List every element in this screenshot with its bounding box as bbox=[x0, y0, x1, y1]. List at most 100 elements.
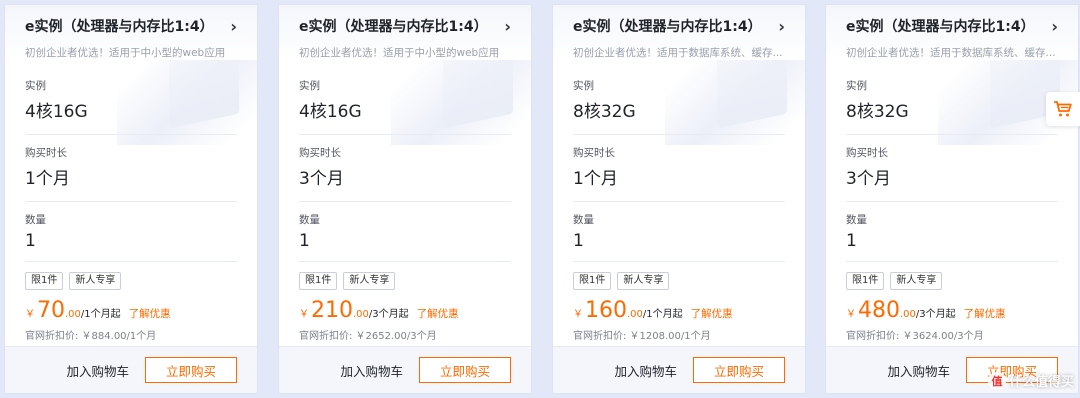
currency-symbol: ￥ bbox=[846, 309, 856, 320]
original-price: 官网折扣价: ￥884.00/1个月 bbox=[25, 331, 157, 342]
instance-section: 实例 8核32G bbox=[826, 78, 1078, 135]
duration-value[interactable]: 1个月 bbox=[25, 164, 257, 189]
divider bbox=[846, 261, 1058, 262]
duration-label: 购买时长 bbox=[573, 147, 615, 159]
card-header: e实例（处理器与内存比1:4） › 初创企业者优选！适用于数据库系统、缓存... bbox=[826, 5, 1078, 60]
buy-now-button[interactable]: 立即购买 bbox=[419, 357, 511, 383]
divider bbox=[573, 261, 785, 262]
card-subtitle: 初创企业者优选！适用于中小型的web应用 bbox=[25, 47, 226, 59]
card-footer: 加入购物车 立即购买 bbox=[5, 346, 257, 393]
chevron-right-icon[interactable]: › bbox=[778, 17, 785, 36]
instance-section: 实例 4核16G bbox=[279, 78, 531, 135]
currency-symbol: ￥ bbox=[299, 309, 309, 320]
duration-label: 购买时长 bbox=[846, 147, 888, 159]
instance-value[interactable]: 8核32G bbox=[846, 97, 1078, 122]
duration-section: 购买时长 1个月 bbox=[553, 145, 805, 202]
card-subtitle: 初创企业者优选！适用于数据库系统、缓存... bbox=[846, 47, 1056, 59]
quantity-value[interactable]: 1 bbox=[846, 231, 1078, 251]
divider bbox=[299, 261, 511, 262]
quantity-section: 数量 1 bbox=[826, 212, 1078, 262]
original-price: 官网折扣价: ￥2652.00/3个月 bbox=[299, 331, 437, 342]
original-price: 官网折扣价: ￥1208.00/1个月 bbox=[573, 331, 711, 342]
divider bbox=[25, 201, 237, 202]
add-to-cart-button[interactable]: 加入购物车 bbox=[340, 361, 403, 380]
tag-new-user: 新人专享 bbox=[69, 272, 122, 290]
divider bbox=[299, 201, 511, 202]
quantity-value[interactable]: 1 bbox=[573, 231, 805, 251]
chevron-right-icon[interactable]: › bbox=[1051, 17, 1058, 36]
tag-limit: 限1件 bbox=[573, 272, 612, 290]
watermark-text: 什么值得买 bbox=[1008, 375, 1074, 390]
shopping-cart-icon bbox=[1054, 101, 1072, 117]
instance-section: 实例 8核32G bbox=[553, 78, 805, 135]
duration-section: 购买时长 1个月 bbox=[5, 145, 257, 202]
instance-section: 实例 4核16G bbox=[5, 78, 257, 135]
tag-list: 限1件 新人专享 bbox=[826, 272, 1078, 290]
tag-limit: 限1件 bbox=[299, 272, 338, 290]
price-decimal: .00 bbox=[65, 309, 81, 320]
duration-section: 购买时长 3个月 bbox=[279, 145, 531, 202]
quantity-label: 数量 bbox=[299, 214, 320, 226]
quantity-value[interactable]: 1 bbox=[25, 231, 257, 251]
quantity-section: 数量 1 bbox=[5, 212, 257, 262]
duration-value[interactable]: 3个月 bbox=[846, 164, 1078, 189]
instance-value[interactable]: 8核32G bbox=[573, 97, 805, 122]
price-integer: 160 bbox=[585, 298, 627, 323]
quantity-label: 数量 bbox=[25, 214, 46, 226]
add-to-cart-button[interactable]: 加入购物车 bbox=[614, 361, 677, 380]
promo-link[interactable]: 了解优惠 bbox=[129, 306, 171, 321]
floating-cart-button[interactable] bbox=[1046, 92, 1080, 126]
price-row: ￥ 160 .00 /1个月起 了解优惠 bbox=[553, 298, 805, 323]
card-title: e实例（处理器与内存比1:4） bbox=[299, 19, 488, 35]
add-to-cart-button[interactable]: 加入购物车 bbox=[66, 361, 129, 380]
currency-symbol: ￥ bbox=[573, 309, 583, 320]
tag-new-user: 新人专享 bbox=[617, 272, 670, 290]
duration-value[interactable]: 1个月 bbox=[573, 164, 805, 189]
promo-link[interactable]: 了解优惠 bbox=[417, 306, 459, 321]
price-row: ￥ 70 .00 /1个月起 了解优惠 bbox=[5, 298, 257, 323]
divider bbox=[573, 201, 785, 202]
promo-link[interactable]: 了解优惠 bbox=[964, 306, 1006, 321]
quantity-value[interactable]: 1 bbox=[299, 231, 531, 251]
price-unit: /1个月起 bbox=[80, 309, 121, 320]
chevron-right-icon[interactable]: › bbox=[504, 17, 511, 36]
price-decimal: .00 bbox=[900, 309, 916, 320]
divider bbox=[299, 134, 511, 135]
watermark: 值 什么值得买 bbox=[987, 371, 1074, 390]
card-header: e实例（处理器与内存比1:4） › 初创企业者优选！适用于数据库系统、缓存... bbox=[553, 5, 805, 60]
quantity-label: 数量 bbox=[846, 214, 867, 226]
card-footer: 加入购物车 立即购买 bbox=[553, 346, 805, 393]
divider bbox=[25, 134, 237, 135]
buy-now-button[interactable]: 立即购买 bbox=[693, 357, 785, 383]
card-title: e实例（处理器与内存比1:4） bbox=[573, 19, 762, 35]
add-to-cart-button[interactable]: 加入购物车 bbox=[887, 361, 950, 380]
divider bbox=[25, 261, 237, 262]
product-card: e实例（处理器与内存比1:4） › 初创企业者优选！适用于数据库系统、缓存...… bbox=[825, 4, 1079, 394]
tag-new-user: 新人专享 bbox=[890, 272, 943, 290]
instance-value[interactable]: 4核16G bbox=[299, 97, 531, 122]
promo-link[interactable]: 了解优惠 bbox=[691, 306, 733, 321]
buy-now-button[interactable]: 立即购买 bbox=[145, 357, 237, 383]
divider bbox=[573, 134, 785, 135]
product-card: e实例（处理器与内存比1:4） › 初创企业者优选！适用于中小型的web应用 实… bbox=[4, 4, 258, 394]
card-header: e实例（处理器与内存比1:4） › 初创企业者优选！适用于中小型的web应用 bbox=[279, 5, 531, 60]
instance-label: 实例 bbox=[299, 80, 320, 92]
original-price: 官网折扣价: ￥3624.00/3个月 bbox=[846, 331, 984, 342]
divider bbox=[846, 201, 1058, 202]
currency-symbol: ￥ bbox=[25, 309, 35, 320]
quantity-section: 数量 1 bbox=[553, 212, 805, 262]
price-unit: /1个月起 bbox=[642, 309, 683, 320]
price-row: ￥ 480 .00 /3个月起 了解优惠 bbox=[826, 298, 1078, 323]
product-card: e实例（处理器与内存比1:4） › 初创企业者优选！适用于数据库系统、缓存...… bbox=[552, 4, 806, 394]
duration-label: 购买时长 bbox=[299, 147, 341, 159]
price-unit: /3个月起 bbox=[368, 309, 409, 320]
instance-value[interactable]: 4核16G bbox=[25, 97, 257, 122]
tag-new-user: 新人专享 bbox=[343, 272, 396, 290]
price-integer: 70 bbox=[37, 298, 65, 323]
price-decimal: .00 bbox=[627, 309, 643, 320]
duration-value[interactable]: 3个月 bbox=[299, 164, 531, 189]
instance-label: 实例 bbox=[846, 80, 867, 92]
tag-list: 限1件 新人专享 bbox=[279, 272, 531, 290]
chevron-right-icon[interactable]: › bbox=[230, 17, 237, 36]
tag-limit: 限1件 bbox=[846, 272, 885, 290]
